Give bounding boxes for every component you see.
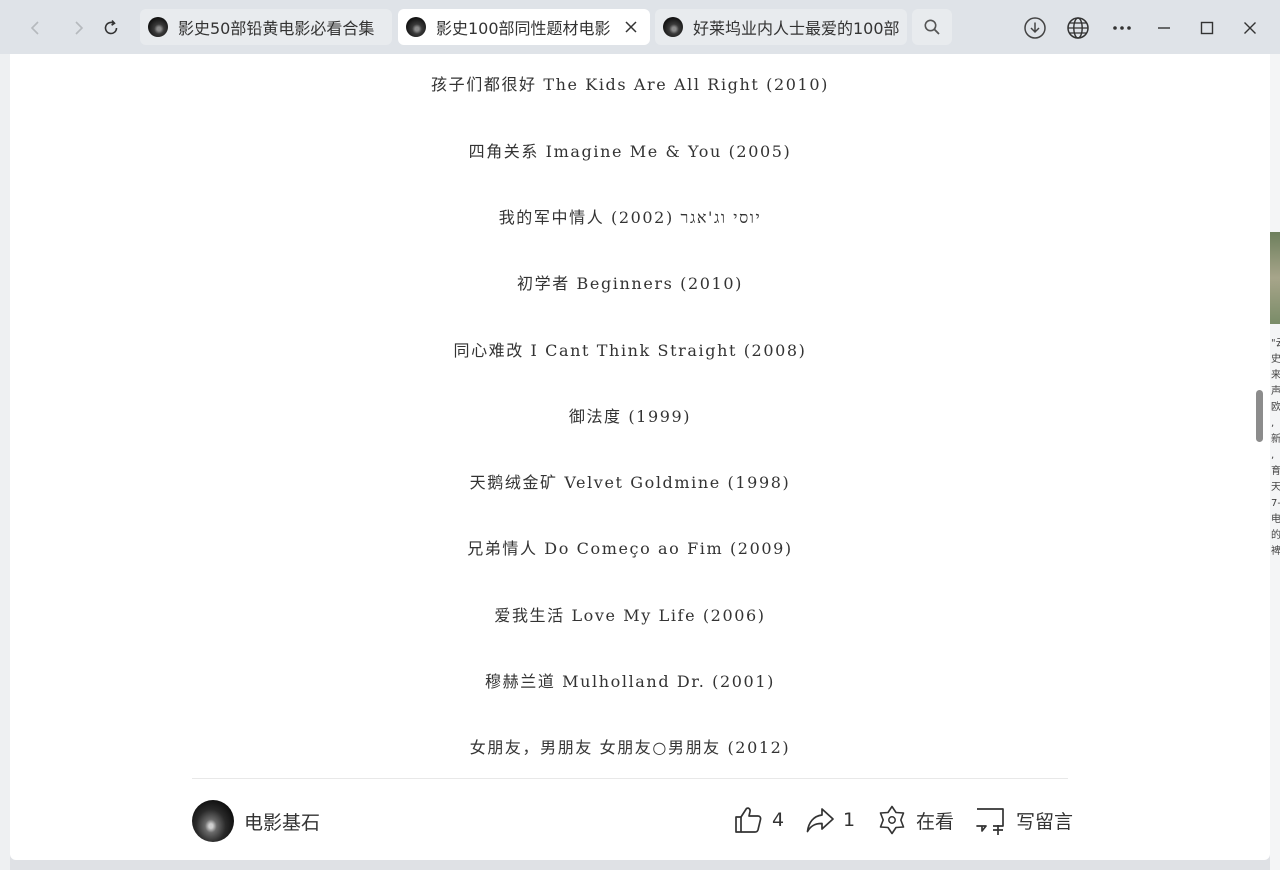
maximize-button[interactable] (1191, 12, 1223, 44)
search-icon (924, 19, 940, 35)
close-icon (1244, 22, 1256, 34)
tab-favicon (148, 17, 168, 37)
comment-label: 写留言 (1016, 810, 1074, 833)
like-button[interactable]: 4 (732, 802, 784, 838)
tab-label: 影史50部铅黄电影必看合集 (178, 19, 375, 38)
forward-button[interactable] (62, 12, 94, 44)
back-button[interactable] (20, 12, 52, 44)
reload-icon (104, 19, 118, 35)
close-icon (625, 21, 637, 33)
movie-item: 初学者 Beginners (2010) (517, 274, 743, 293)
movie-item: 穆赫兰道 Mulholland Dr. (2001) (485, 672, 775, 691)
background-window-left (0, 54, 10, 870)
tab-close-button[interactable] (622, 18, 640, 36)
background-thumbnail (1270, 232, 1280, 324)
movie-item: 同心难改 I Cant Think Straight (2008) (453, 341, 807, 360)
maximize-icon (1200, 21, 1214, 35)
scrollbar-thumb[interactable] (1256, 390, 1263, 442)
tab-favicon (663, 17, 683, 37)
movie-item: 四角关系 Imagine Me & You (2005) (468, 142, 792, 161)
movie-item: 兄弟情人 Do Começo ao Fim (2009) (467, 539, 793, 558)
share-count: 1 (843, 809, 856, 831)
browser-titlebar: 影史50部铅黄电影必看合集 影史100部同性题材电影 好莱坞业内人士最爱的100… (0, 0, 1280, 54)
avatar[interactable] (192, 800, 234, 842)
movie-item: 孩子们都很好 The Kids Are All Right (2010) (431, 75, 829, 94)
author-name[interactable]: 电影基石 (244, 808, 320, 835)
close-window-button[interactable] (1234, 12, 1266, 44)
share-icon (806, 808, 834, 833)
minimize-icon (1158, 27, 1170, 29)
watching-icon (879, 805, 905, 835)
download-button[interactable] (1019, 12, 1051, 44)
footer-divider (192, 778, 1068, 779)
author-info[interactable]: 电影基石 (192, 800, 320, 842)
movie-item: 御法度 (1999) (568, 407, 692, 426)
movie-item: 爱我生活 Love My Life (2006) (494, 606, 766, 625)
tab-label: 好莱坞业内人士最爱的100部 (693, 19, 899, 38)
movie-item: 天鹅绒金矿 Velvet Goldmine (1998) (469, 473, 791, 492)
article-page: 孩子们都很好 The Kids Are All Right (2010) 四角关… (10, 54, 1270, 860)
translate-button[interactable] (1062, 12, 1094, 44)
thumbs-up-icon (735, 807, 762, 833)
more-icon (1113, 26, 1131, 30)
comment-button[interactable]: 写留言 (974, 802, 1073, 838)
tab-favicon (406, 17, 426, 37)
more-button[interactable] (1106, 12, 1138, 44)
chevron-left-icon (30, 21, 39, 35)
movie-item: 女朋友，男朋友 女朋友○男朋友 (2012) (469, 738, 791, 757)
comment-icon (976, 808, 1004, 835)
background-side-text: "云 史 来 声 欧 , 新 , 育 天 7- 电 的 裨 (1271, 338, 1280, 557)
tab-2-active[interactable]: 影史100部同性题材电影 (398, 9, 650, 45)
tab-3[interactable]: 好莱坞业内人士最爱的100部 (655, 9, 907, 45)
watching-button[interactable]: 在看 (876, 802, 954, 838)
reload-button[interactable] (95, 12, 127, 44)
tab-label: 影史100部同性题材电影 (436, 19, 611, 38)
watching-label: 在看 (916, 810, 955, 833)
tab-search-button[interactable] (912, 9, 952, 45)
download-icon (1024, 17, 1046, 39)
chevron-right-icon (75, 21, 84, 35)
share-button[interactable]: 1 (805, 802, 855, 838)
background-window-right: "云 史 来 声 欧 , 新 , 育 天 7- 电 的 裨 (1270, 54, 1280, 870)
tab-1[interactable]: 影史50部铅黄电影必看合集 (140, 9, 392, 45)
movie-item: 我的军中情人 (2002) יוסי וג'אגר (498, 208, 762, 227)
globe-icon (1067, 17, 1089, 39)
minimize-button[interactable] (1148, 12, 1180, 44)
like-count: 4 (772, 809, 785, 831)
